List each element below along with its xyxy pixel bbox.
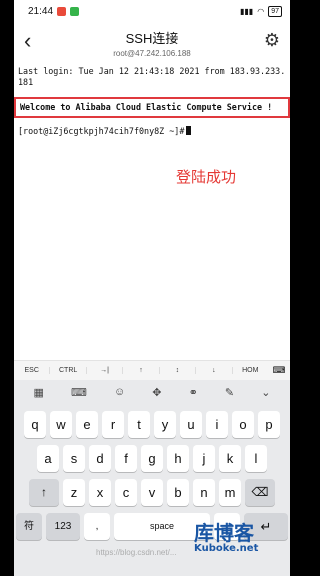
- move-cursor-icon[interactable]: ✥: [152, 386, 161, 399]
- period-key[interactable]: .: [214, 513, 240, 540]
- login-success-annotation: 登陆成功: [176, 168, 237, 186]
- tab-key[interactable]: →|: [87, 367, 124, 374]
- key-row-4: 符 123 , space . ↵: [14, 513, 290, 540]
- keyboard-toolbar: ▦ ⌨ ☺ ✥ ⚭ ✎ ⌄: [14, 380, 290, 404]
- extra-key-row: ESC CTRL →| ↑ ↕ ↓ HOM ⌨: [14, 360, 290, 380]
- delete-key[interactable]: ⌫: [245, 479, 275, 506]
- key-p[interactable]: p: [258, 411, 280, 438]
- esc-key[interactable]: ESC: [14, 367, 51, 374]
- symbol-key[interactable]: 符: [16, 513, 42, 540]
- keyboard-toggle-icon[interactable]: ⌨: [268, 365, 290, 376]
- wifi-icon: ◠: [257, 6, 265, 16]
- key-r[interactable]: r: [102, 411, 124, 438]
- phone-screen: 21:44 ▮▮▮ ◠ 97 ‹ SSH连接 root@47.242.106.1…: [14, 0, 290, 576]
- key-q[interactable]: q: [24, 411, 46, 438]
- back-icon[interactable]: ‹: [24, 30, 31, 52]
- terminal-output[interactable]: Last login: Tue Jan 12 21:43:18 2021 fro…: [14, 66, 290, 137]
- key-i[interactable]: i: [206, 411, 228, 438]
- numbers-key[interactable]: 123: [46, 513, 80, 540]
- key-g[interactable]: g: [141, 445, 163, 472]
- soft-keyboard: ▦ ⌨ ☺ ✥ ⚭ ✎ ⌄ q w e r t y u i o p a s d …: [14, 380, 290, 576]
- battery-icon: 97: [268, 5, 282, 17]
- wechat-icon: [70, 6, 80, 16]
- status-bar: 21:44 ▮▮▮ ◠ 97: [14, 0, 290, 22]
- key-f[interactable]: f: [115, 445, 137, 472]
- key-m[interactable]: m: [219, 479, 241, 506]
- key-v[interactable]: v: [141, 479, 163, 506]
- edit-icon[interactable]: ✎: [225, 386, 234, 399]
- ctrl-key[interactable]: CTRL: [50, 367, 87, 374]
- key-c[interactable]: c: [115, 479, 137, 506]
- key-z[interactable]: z: [63, 479, 85, 506]
- key-e[interactable]: e: [76, 411, 98, 438]
- key-b[interactable]: b: [167, 479, 189, 506]
- status-time: 21:44: [28, 5, 54, 17]
- key-d[interactable]: d: [89, 445, 111, 472]
- key-n[interactable]: n: [193, 479, 215, 506]
- last-login-line: Last login: Tue Jan 12 21:43:18 2021 fro…: [18, 66, 286, 87]
- space-key[interactable]: space: [114, 513, 210, 540]
- arrow-updown-key[interactable]: ↕: [160, 367, 197, 374]
- enter-key[interactable]: ↵: [244, 513, 288, 540]
- key-a[interactable]: a: [37, 445, 59, 472]
- key-row-3: ↑ z x c v b n m ⌫: [14, 479, 290, 506]
- shell-prompt: [root@iZj6cgtkpjh74cih7f0ny8Z ~]#: [18, 126, 185, 136]
- key-t[interactable]: t: [128, 411, 150, 438]
- key-x[interactable]: x: [89, 479, 111, 506]
- comma-key[interactable]: ,: [84, 513, 110, 540]
- key-w[interactable]: w: [50, 411, 72, 438]
- key-row-2: a s d f g h j k l: [14, 445, 290, 472]
- key-h[interactable]: h: [167, 445, 189, 472]
- key-row-1: q w e r t y u i o p: [14, 411, 290, 438]
- notification-app-icon: [57, 6, 67, 16]
- grid-icon[interactable]: ▦: [34, 386, 44, 399]
- chevron-down-icon[interactable]: ⌄: [261, 386, 270, 399]
- prompt-line: [root@iZj6cgtkpjh74cih7f0ny8Z ~]#: [18, 126, 286, 137]
- home-key[interactable]: HOM: [233, 367, 268, 374]
- keyboard-icon[interactable]: ⌨: [71, 386, 87, 399]
- welcome-line: Welcome to Alibaba Cloud Elastic Compute…: [20, 102, 273, 112]
- link-icon[interactable]: ⚭: [189, 386, 198, 399]
- shift-key[interactable]: ↑: [29, 479, 59, 506]
- app-header: ‹ SSH连接 root@47.242.106.188 ⚙: [14, 22, 290, 66]
- key-l[interactable]: l: [245, 445, 267, 472]
- key-k[interactable]: k: [219, 445, 241, 472]
- terminal-cursor: [186, 126, 192, 135]
- arrow-up-key[interactable]: ↑: [123, 367, 160, 374]
- arrow-down-key[interactable]: ↓: [196, 367, 233, 374]
- key-u[interactable]: u: [180, 411, 202, 438]
- signal-icon: ▮▮▮: [240, 6, 254, 16]
- key-y[interactable]: y: [154, 411, 176, 438]
- key-j[interactable]: j: [193, 445, 215, 472]
- key-o[interactable]: o: [232, 411, 254, 438]
- page-title: SSH连接: [125, 31, 179, 46]
- welcome-highlight-box: Welcome to Alibaba Cloud Elastic Compute…: [14, 97, 290, 118]
- settings-icon[interactable]: ⚙: [264, 30, 280, 51]
- emoji-icon[interactable]: ☺: [114, 386, 125, 398]
- key-s[interactable]: s: [63, 445, 85, 472]
- host-address: root@47.242.106.188: [113, 49, 191, 58]
